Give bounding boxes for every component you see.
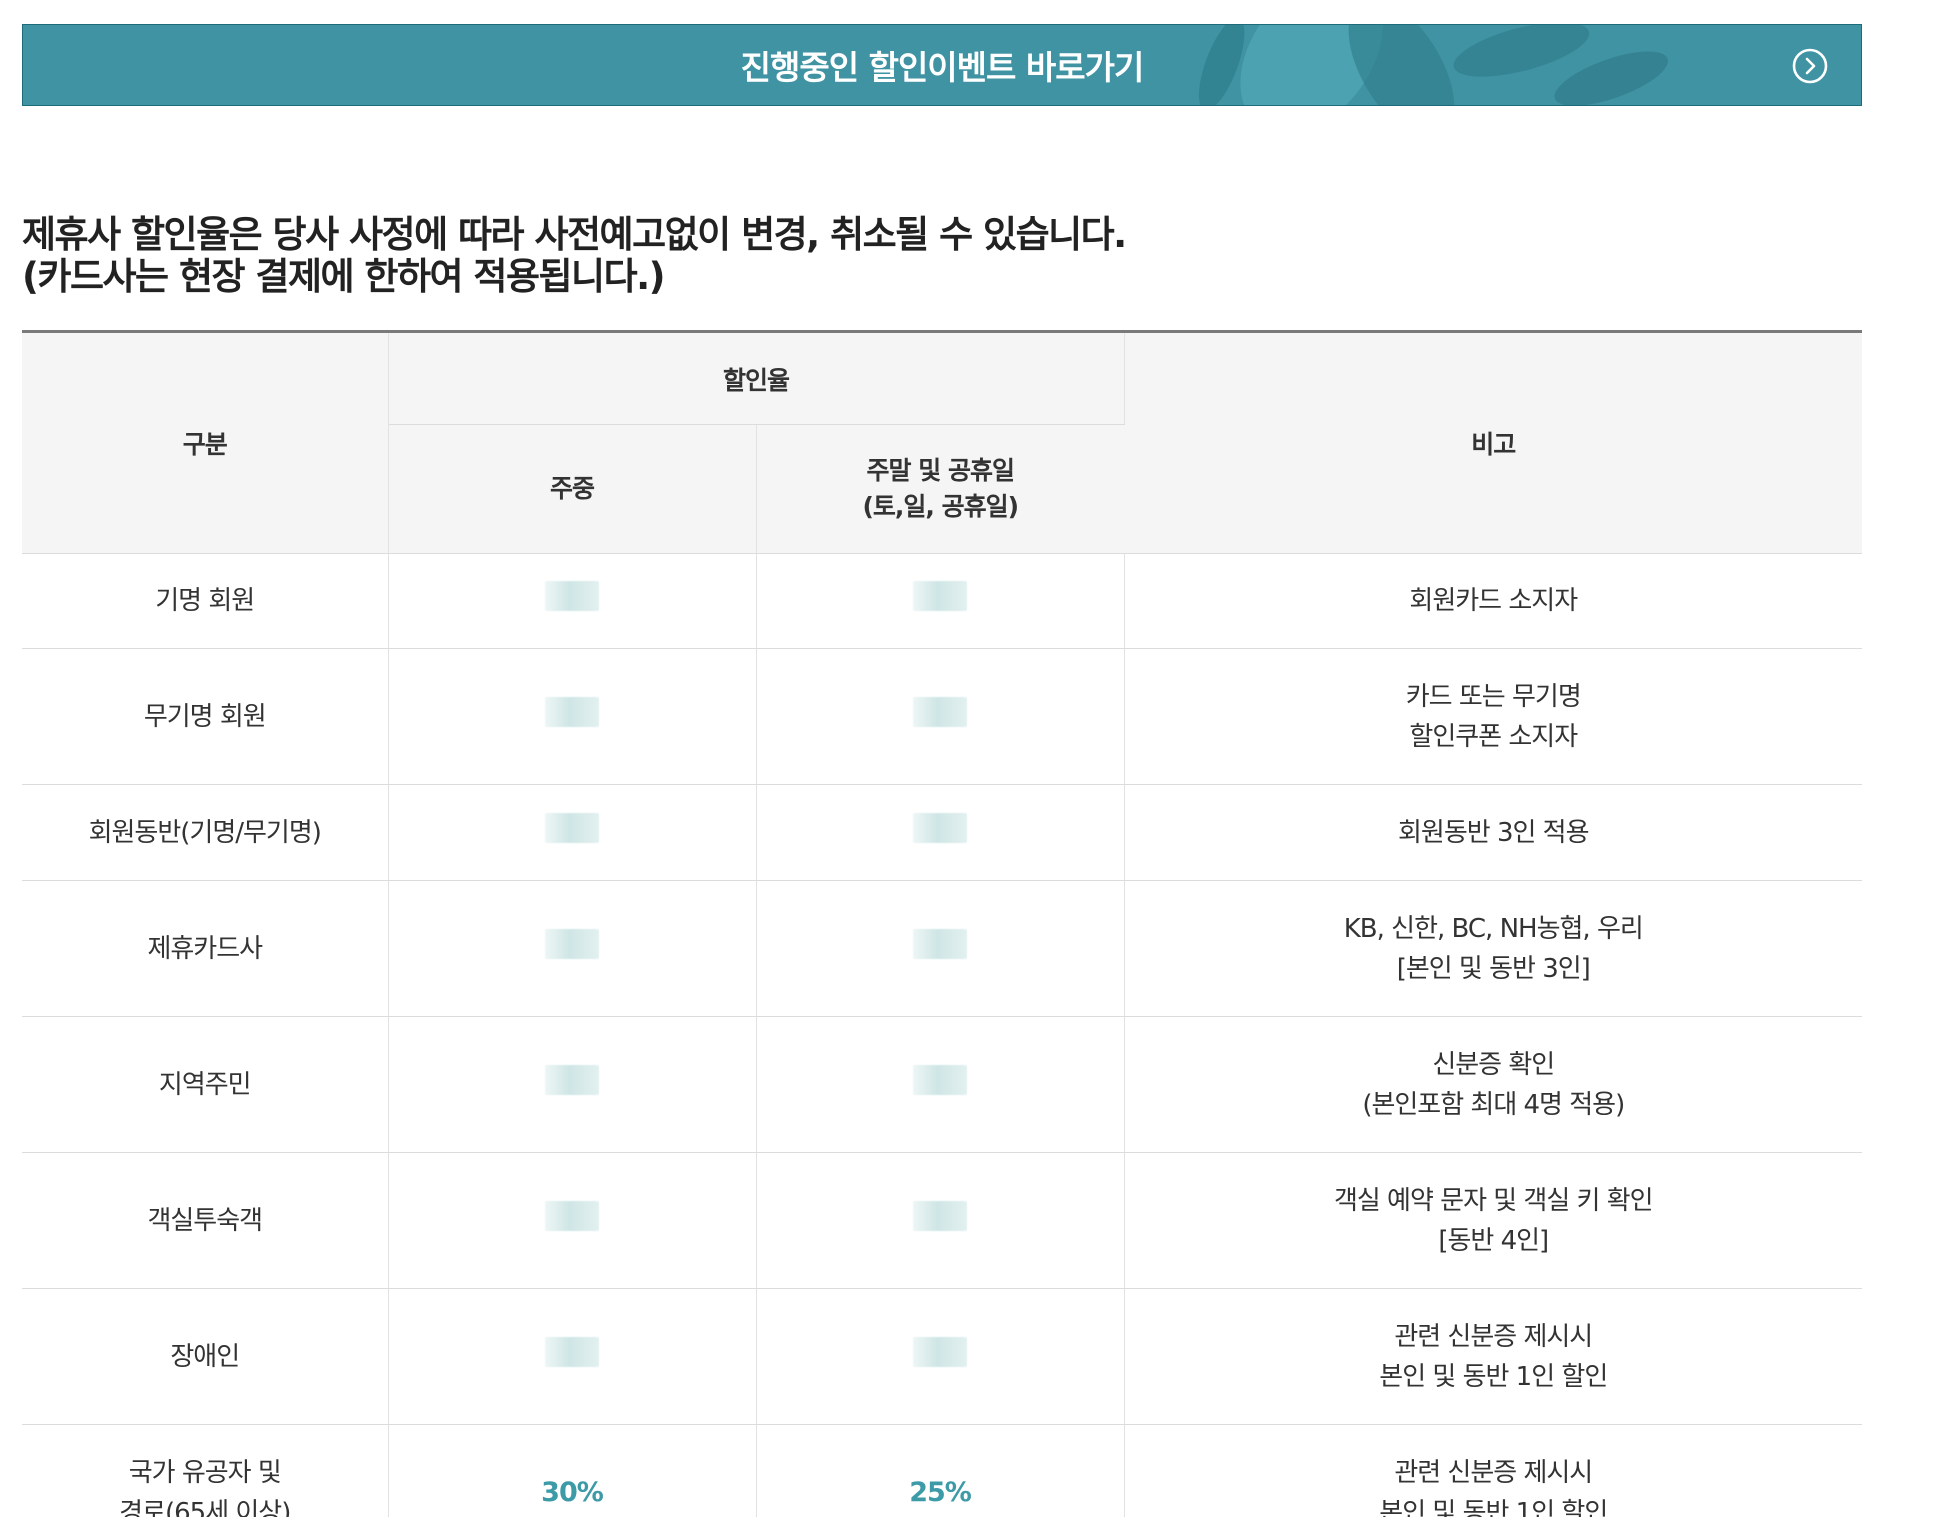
weekday-rate-value (545, 1337, 599, 1367)
table-row: 제휴카드사 KB, 신한, BC, NH농협, 우리 [본인 및 동반 3인] (22, 881, 1862, 1017)
weekday-rate-value (545, 1201, 599, 1231)
notice-line-2: (카드사는 현장 결제에 한하여 적용됩니다.) (22, 256, 1522, 298)
row-category: 장애인 (22, 1289, 388, 1425)
header-weekend-line2: (토,일, 공휴일) (757, 489, 1125, 525)
weekend-rate-value (913, 697, 967, 727)
discount-table-container: 구분 할인율 비고 주중 주말 및 공휴일 (토,일, 공휴일) 기명 회원 회… (22, 330, 1862, 1517)
remark-line2: (본인포함 최대 4명 적용) (1125, 1085, 1862, 1125)
discount-notice: 제휴사 할인율은 당사 사정에 따라 사전예고없이 변경, 취소될 수 있습니다… (22, 214, 1522, 298)
discount-event-banner[interactable]: 진행중인 할인이벤트 바로가기 (22, 24, 1862, 106)
weekday-rate-value (545, 813, 599, 843)
table-row: 장애인 관련 신분증 제시시 본인 및 동반 1인 할인 (22, 1289, 1862, 1425)
row-remark: 관련 신분증 제시시 본인 및 동반 1인 할인 (1124, 1289, 1862, 1425)
row-category: 회원동반(기명/무기명) (22, 785, 388, 881)
weekend-rate-value (913, 1201, 967, 1231)
weekend-rate (756, 1017, 1124, 1153)
weekday-rate: 30% (388, 1425, 756, 1517)
weekend-rate-value (913, 813, 967, 843)
header-discount-rate: 할인율 (388, 333, 1124, 425)
weekday-rate (388, 1017, 756, 1153)
weekend-rate-value (913, 1065, 967, 1095)
row-remark: 회원동반 3인 적용 (1124, 785, 1862, 881)
circle-chevron-right-icon[interactable] (1791, 47, 1829, 85)
table-row: 객실투숙객 객실 예약 문자 및 객실 키 확인 [동반 4인] (22, 1153, 1862, 1289)
weekend-rate (756, 554, 1124, 649)
row-category: 국가 유공자 및 경로(65세 이상) (22, 1425, 388, 1517)
weekday-rate (388, 881, 756, 1017)
row-remark: 카드 또는 무기명 할인쿠폰 소지자 (1124, 649, 1862, 785)
weekday-rate (388, 554, 756, 649)
header-weekend-line1: 주말 및 공휴일 (757, 453, 1125, 489)
table-row: 기명 회원 회원카드 소지자 (22, 554, 1862, 649)
weekend-rate (756, 881, 1124, 1017)
remark-line1: 회원동반 3인 적용 (1125, 813, 1862, 853)
weekend-rate-value (913, 581, 967, 611)
table-row: 회원동반(기명/무기명) 회원동반 3인 적용 (22, 785, 1862, 881)
table-row: 무기명 회원 카드 또는 무기명 할인쿠폰 소지자 (22, 649, 1862, 785)
remark-line1: 관련 신분증 제시시 (1125, 1453, 1862, 1493)
remark-line1: 관련 신분증 제시시 (1125, 1317, 1862, 1357)
remark-line2: [동반 4인] (1125, 1221, 1862, 1261)
row-remark: 신분증 확인 (본인포함 최대 4명 적용) (1124, 1017, 1862, 1153)
remark-line1: 회원카드 소지자 (1125, 581, 1862, 621)
remark-line2: 할인쿠폰 소지자 (1125, 717, 1862, 757)
weekday-rate (388, 1153, 756, 1289)
weekday-rate (388, 649, 756, 785)
weekday-rate-value (545, 581, 599, 611)
weekday-rate (388, 1289, 756, 1425)
weekday-rate-value (545, 1065, 599, 1095)
weekend-rate (756, 785, 1124, 881)
weekend-rate-value (913, 929, 967, 959)
weekday-rate-value (545, 697, 599, 727)
header-category: 구분 (22, 333, 388, 554)
remark-line2: [본인 및 동반 3인] (1125, 949, 1862, 989)
remark-line2: 본인 및 동반 1인 할인 (1125, 1357, 1862, 1397)
row-category: 객실투숙객 (22, 1153, 388, 1289)
remark-line1: 신분증 확인 (1125, 1045, 1862, 1085)
weekend-rate: 25% (756, 1425, 1124, 1517)
table-row: 국가 유공자 및 경로(65세 이상) 30% 25% 관련 신분증 제시시 본… (22, 1425, 1862, 1517)
row-remark: KB, 신한, BC, NH농협, 우리 [본인 및 동반 3인] (1124, 881, 1862, 1017)
category-line2: 경로(65세 이상) (22, 1493, 388, 1517)
row-remark: 객실 예약 문자 및 객실 키 확인 [동반 4인] (1124, 1153, 1862, 1289)
row-remark: 관련 신분증 제시시 본인 및 동반 1인 할인 (1124, 1425, 1862, 1517)
remark-line1: 카드 또는 무기명 (1125, 677, 1862, 717)
weekend-rate (756, 1289, 1124, 1425)
row-remark: 회원카드 소지자 (1124, 554, 1862, 649)
header-weekend: 주말 및 공휴일 (토,일, 공휴일) (756, 425, 1124, 554)
category-line1: 국가 유공자 및 (22, 1453, 388, 1493)
row-category: 제휴카드사 (22, 881, 388, 1017)
remark-line2: 본인 및 동반 1인 할인 (1125, 1493, 1862, 1517)
row-category: 지역주민 (22, 1017, 388, 1153)
header-weekday: 주중 (388, 425, 756, 554)
row-category: 무기명 회원 (22, 649, 388, 785)
remark-line1: KB, 신한, BC, NH농협, 우리 (1125, 909, 1862, 949)
weekday-rate-value (545, 929, 599, 959)
discount-rate-table: 구분 할인율 비고 주중 주말 및 공휴일 (토,일, 공휴일) 기명 회원 회… (22, 333, 1862, 1517)
remark-line1: 객실 예약 문자 및 객실 키 확인 (1125, 1181, 1862, 1221)
header-remarks: 비고 (1124, 333, 1862, 554)
notice-line-1: 제휴사 할인율은 당사 사정에 따라 사전예고없이 변경, 취소될 수 있습니다… (22, 214, 1522, 256)
row-category: 기명 회원 (22, 554, 388, 649)
banner-title: 진행중인 할인이벤트 바로가기 (23, 25, 1861, 105)
table-row: 지역주민 신분증 확인 (본인포함 최대 4명 적용) (22, 1017, 1862, 1153)
weekend-rate-value (913, 1337, 967, 1367)
weekend-rate (756, 1153, 1124, 1289)
weekend-rate (756, 649, 1124, 785)
weekday-rate (388, 785, 756, 881)
